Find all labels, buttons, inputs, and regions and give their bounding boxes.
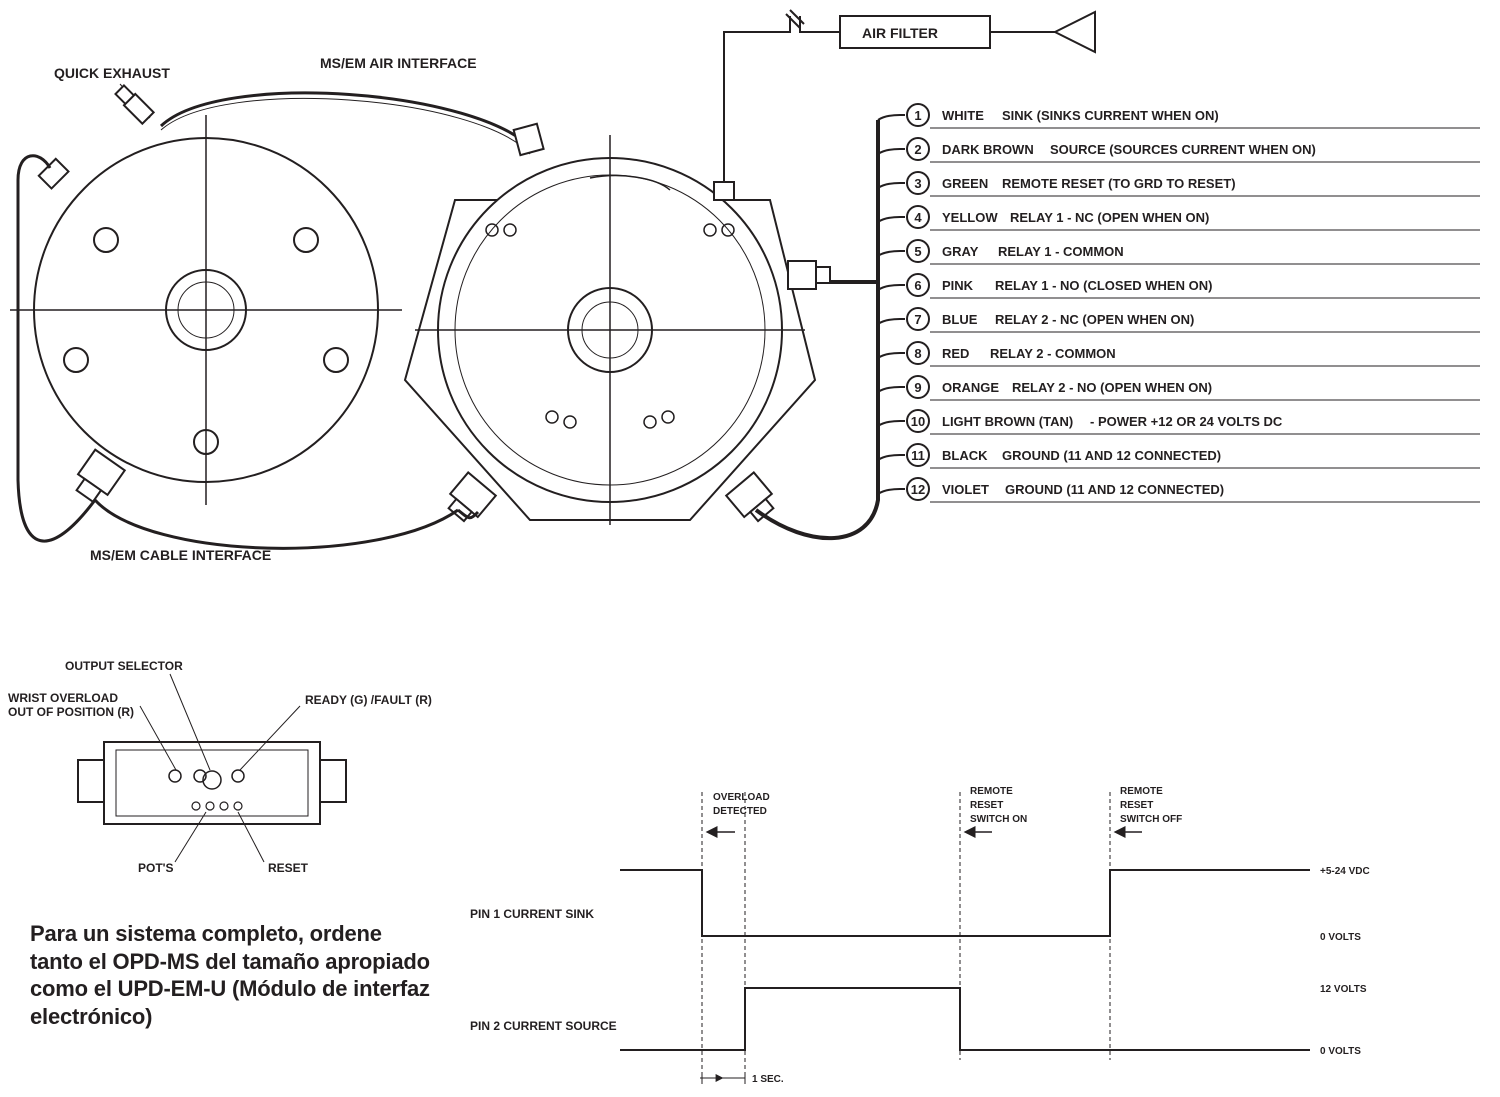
timing-diagram: OVERLOAD DETECTED REMOTE RESET SWITCH ON… bbox=[470, 786, 1370, 1085]
svg-text:7: 7 bbox=[914, 312, 921, 327]
svg-text:0 VOLTS: 0 VOLTS bbox=[1320, 1046, 1361, 1057]
svg-text:9: 9 bbox=[914, 380, 921, 395]
ready-fault-label: READY (G) /FAULT (R) bbox=[305, 693, 432, 707]
svg-text:RELAY 1 - NC (OPEN WHEN ON): RELAY 1 - NC (OPEN WHEN ON) bbox=[1010, 210, 1209, 225]
svg-text:REMOTE: REMOTE bbox=[1120, 786, 1163, 797]
svg-text:6: 6 bbox=[914, 278, 921, 293]
pots-label: POT'S bbox=[138, 861, 174, 875]
svg-text:SINK (SINKS CURRENT WHEN ON): SINK (SINKS CURRENT WHEN ON) bbox=[1002, 108, 1219, 123]
svg-text:8: 8 bbox=[914, 346, 921, 361]
svg-text:REMOTE RESET (TO GRD TO RESET): REMOTE RESET (TO GRD TO RESET) bbox=[1002, 176, 1236, 191]
svg-text:PIN 2 CURRENT SOURCE: PIN 2 CURRENT SOURCE bbox=[470, 1019, 617, 1033]
wrist-overload-label-2: OUT OF POSITION (R) bbox=[8, 705, 134, 719]
em-module bbox=[78, 742, 346, 824]
svg-text:PIN 1 CURRENT SINK: PIN 1 CURRENT SINK bbox=[470, 907, 594, 921]
svg-text:RED: RED bbox=[942, 346, 969, 361]
svg-text:SWITCH OFF: SWITCH OFF bbox=[1120, 814, 1182, 825]
wrist-overload-label-1: WRIST OVERLOAD bbox=[8, 691, 118, 705]
pin-row-3: 3 GREEN REMOTE RESET (TO GRD TO RESET) bbox=[907, 172, 1480, 196]
pin-row-1: 1 WHITE SINK (SINKS CURRENT WHEN ON) bbox=[907, 104, 1480, 128]
svg-text:DARK BROWN: DARK BROWN bbox=[942, 142, 1034, 157]
svg-text:RELAY 1 - NO (CLOSED WHEN ON): RELAY 1 - NO (CLOSED WHEN ON) bbox=[995, 278, 1212, 293]
svg-text:10: 10 bbox=[911, 414, 925, 429]
msem-air-label: MS/EM AIR INTERFACE bbox=[320, 55, 477, 71]
pin-row-8: 8 RED RELAY 2 - COMMON bbox=[907, 342, 1480, 366]
svg-text:1 SEC.: 1 SEC. bbox=[752, 1074, 784, 1085]
svg-text:BLUE: BLUE bbox=[942, 312, 978, 327]
right-flange bbox=[405, 124, 830, 526]
svg-text:RESET: RESET bbox=[1120, 800, 1153, 811]
pin-legend: 1 WHITE SINK (SINKS CURRENT WHEN ON) 2 D… bbox=[907, 104, 1480, 502]
svg-text:RELAY 2 - NC (OPEN WHEN ON): RELAY 2 - NC (OPEN WHEN ON) bbox=[995, 312, 1194, 327]
svg-text:SWITCH ON: SWITCH ON bbox=[970, 814, 1027, 825]
svg-text:WHITE: WHITE bbox=[942, 108, 984, 123]
svg-text:DETECTED: DETECTED bbox=[713, 806, 767, 817]
pin-row-2: 2 DARK BROWN SOURCE (SOURCES CURRENT WHE… bbox=[907, 138, 1480, 162]
svg-text:SOURCE (SOURCES CURRENT WHEN O: SOURCE (SOURCES CURRENT WHEN ON) bbox=[1050, 142, 1316, 157]
svg-text:4: 4 bbox=[914, 210, 922, 225]
svg-text:5: 5 bbox=[914, 244, 921, 259]
svg-text:RESET: RESET bbox=[970, 800, 1003, 811]
svg-text:RELAY 2 - COMMON: RELAY 2 - COMMON bbox=[990, 346, 1116, 361]
svg-text:1: 1 bbox=[914, 108, 921, 123]
pin-row-10: 10 LIGHT BROWN (TAN) - POWER +12 OR 24 V… bbox=[907, 410, 1480, 434]
svg-text:OVERLOAD: OVERLOAD bbox=[713, 792, 770, 803]
pin-row-11: 11 BLACK GROUND (11 AND 12 CONNECTED) bbox=[907, 444, 1480, 468]
pin-row-6: 6 PINK RELAY 1 - NO (CLOSED WHEN ON) bbox=[907, 274, 1480, 298]
svg-text:3: 3 bbox=[914, 176, 921, 191]
svg-text:GREEN: GREEN bbox=[942, 176, 988, 191]
svg-text:2: 2 bbox=[914, 142, 921, 157]
svg-text:12: 12 bbox=[911, 482, 925, 497]
pin-row-5: 5 GRAY RELAY 1 - COMMON bbox=[907, 240, 1480, 264]
output-selector-label: OUTPUT SELECTOR bbox=[65, 659, 183, 673]
svg-text:RELAY 1 - COMMON: RELAY 1 - COMMON bbox=[998, 244, 1124, 259]
pin-row-12: 12 VIOLET GROUND (11 AND 12 CONNECTED) bbox=[907, 478, 1480, 502]
svg-text:GRAY: GRAY bbox=[942, 244, 979, 259]
svg-text:REMOTE: REMOTE bbox=[970, 786, 1013, 797]
svg-text:PINK: PINK bbox=[942, 278, 974, 293]
msem-cable-label: MS/EM CABLE INTERFACE bbox=[90, 547, 271, 563]
svg-text:RELAY 2 - NO (OPEN WHEN ON): RELAY 2 - NO (OPEN WHEN ON) bbox=[1012, 380, 1212, 395]
svg-text:11: 11 bbox=[911, 448, 925, 463]
reset-label: RESET bbox=[268, 861, 309, 875]
air-filter-label: AIR FILTER bbox=[862, 25, 938, 41]
pin-row-7: 7 BLUE RELAY 2 - NC (OPEN WHEN ON) bbox=[907, 308, 1480, 332]
spanish-note: Para un sistema completo, ordene tanto e… bbox=[30, 920, 430, 1030]
svg-text:YELLOW: YELLOW bbox=[942, 210, 998, 225]
quick-exhaust-fitting bbox=[114, 84, 154, 124]
svg-text:BLACK: BLACK bbox=[942, 448, 988, 463]
svg-text:GROUND (11 AND 12 CONNECTED): GROUND (11 AND 12 CONNECTED) bbox=[1002, 448, 1221, 463]
svg-text:12 VOLTS: 12 VOLTS bbox=[1320, 984, 1367, 995]
quick-exhaust-label: QUICK EXHAUST bbox=[54, 65, 170, 81]
svg-text:ORANGE: ORANGE bbox=[942, 380, 999, 395]
pin-row-4: 4 YELLOW RELAY 1 - NC (OPEN WHEN ON) bbox=[907, 206, 1480, 230]
svg-text:LIGHT BROWN (TAN): LIGHT BROWN (TAN) bbox=[942, 414, 1073, 429]
pin-row-9: 9 ORANGE RELAY 2 - NO (OPEN WHEN ON) bbox=[907, 376, 1480, 400]
svg-text:+5-24 VDC: +5-24 VDC bbox=[1320, 866, 1370, 877]
left-flange bbox=[10, 115, 402, 506]
svg-text:GROUND (11 AND 12 CONNECTED): GROUND (11 AND 12 CONNECTED) bbox=[1005, 482, 1224, 497]
svg-text:- POWER +12 OR 24 VOLTS DC: - POWER +12 OR 24 VOLTS DC bbox=[1090, 414, 1283, 429]
svg-text:VIOLET: VIOLET bbox=[942, 482, 989, 497]
svg-text:0 VOLTS: 0 VOLTS bbox=[1320, 932, 1361, 943]
